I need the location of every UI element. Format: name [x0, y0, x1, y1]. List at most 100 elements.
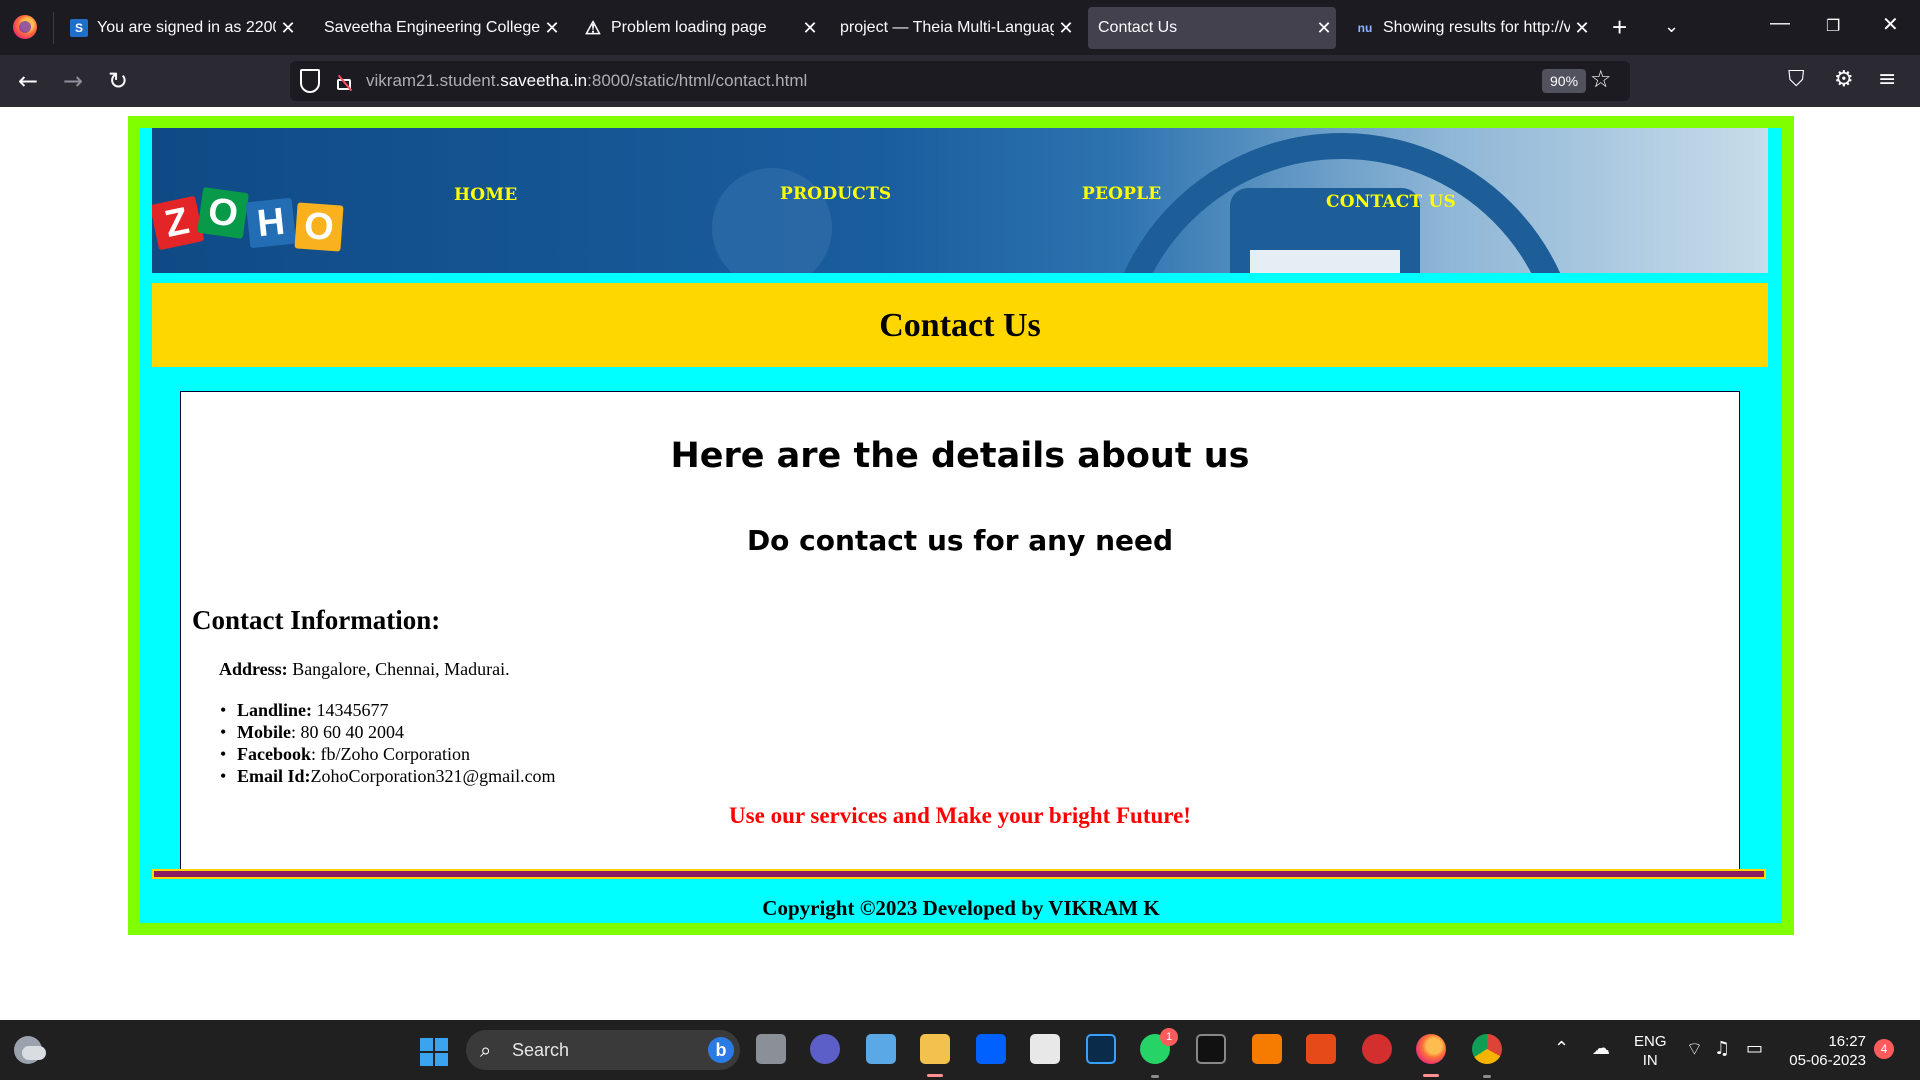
address-value: Bangalore, Chennai, Madurai. [287, 659, 510, 679]
forward-arrow-icon[interactable]: → [63, 67, 83, 95]
mobile-value: : 80 60 40 2004 [291, 722, 405, 742]
task-view-icon[interactable] [756, 1034, 786, 1064]
chevron-up-icon[interactable]: ⌃ [1554, 1038, 1569, 1059]
restore-icon[interactable]: ❐ [1826, 16, 1840, 36]
outer-border: Z O H O HOME PRODUCTS PEOPLE CONTACT US … [128, 116, 1794, 935]
nav-home-link[interactable]: HOME [454, 185, 517, 205]
tab-label: Problem loading page [611, 19, 767, 36]
zoho-logo[interactable]: Z O H O [152, 186, 354, 254]
hamburger-menu-icon[interactable]: ≡ [1878, 67, 1896, 92]
landline-value: 14345677 [312, 700, 389, 720]
clock[interactable]: 16:27 05-06-2023 [1786, 1032, 1866, 1070]
extensions-icon[interactable]: ⚙ [1834, 67, 1854, 92]
mobile-label: Mobile [237, 722, 291, 742]
url-text[interactable]: vikram21.student.saveetha.in:8000/static… [366, 71, 807, 91]
page-title: Contact Us [879, 307, 1041, 344]
tab-theia-project[interactable]: project — Theia Multi-Language ✕ [830, 7, 1078, 49]
window-close-icon[interactable]: ✕ [1882, 12, 1899, 37]
region-code: IN [1642, 1052, 1658, 1069]
battery-icon[interactable]: ▭ [1746, 1038, 1763, 1059]
pdf-app-icon[interactable] [1306, 1034, 1336, 1064]
minimize-icon[interactable]: — [1770, 12, 1790, 35]
teams-chat-icon[interactable] [810, 1034, 840, 1064]
tab-showing-results[interactable]: nu Showing results for http://vi ✕ [1346, 7, 1594, 49]
volume-icon[interactable]: ♫ [1714, 1038, 1730, 1059]
f360-icon[interactable] [1252, 1034, 1282, 1064]
windows-taskbar: ⌕ Search b 1 ⌃ ☁ ENG IN ⌔ ♫ ▭ 16:27 05-0… [0, 1020, 1920, 1080]
pocket-icon[interactable]: ⛉ [1788, 67, 1805, 92]
close-icon[interactable]: ✕ [1054, 18, 1078, 39]
tab-bar: S You are signed in as 22008€ ✕ Saveetha… [0, 0, 1920, 55]
notification-badge[interactable]: 4 [1874, 1039, 1894, 1059]
tab-label: You are signed in as 22008€ [97, 19, 276, 36]
lang-code: ENG [1634, 1033, 1667, 1050]
url-host: saveetha.in [500, 71, 588, 90]
app-icon[interactable] [1362, 1034, 1392, 1064]
tab-contact-us[interactable]: Contact Us ✕ [1088, 7, 1336, 49]
onedrive-icon[interactable]: ☁ [1592, 1038, 1610, 1059]
tab-separator [53, 12, 54, 44]
email-label: Email Id: [237, 766, 311, 786]
logo-letter: H [245, 197, 297, 249]
reload-icon[interactable]: ↻ [108, 67, 128, 95]
shield-icon[interactable] [300, 69, 320, 93]
weather-icon[interactable] [14, 1036, 46, 1064]
time: 16:27 [1828, 1033, 1866, 1050]
tab-label: project — Theia Multi-Language [840, 19, 1054, 36]
logo-letter: O [294, 202, 344, 252]
language-indicator[interactable]: ENG IN [1634, 1032, 1667, 1070]
bookmark-star-icon[interactable]: ☆ [1590, 65, 1612, 93]
app-icon[interactable] [1086, 1034, 1116, 1064]
firefox-taskbar-icon[interactable] [1416, 1034, 1446, 1077]
page-viewport: Z O H O HOME PRODUCTS PEOPLE CONTACT US … [0, 107, 1920, 1020]
tab-label: Saveetha Engineering College [324, 19, 540, 36]
nav-products-link[interactable]: PRODUCTS [780, 184, 891, 204]
landline-label: Landline: [237, 700, 313, 720]
page-container: Z O H O HOME PRODUCTS PEOPLE CONTACT US … [140, 128, 1782, 923]
nav-people-link[interactable]: PEOPLE [1082, 184, 1161, 204]
close-icon[interactable]: ✕ [798, 18, 822, 39]
contact-subheading: Do contact us for any need [746, 524, 1174, 557]
bing-icon[interactable]: b [708, 1037, 734, 1063]
close-icon[interactable]: ✕ [1312, 18, 1336, 39]
taskbar-search-box[interactable]: ⌕ Search b [466, 1030, 740, 1070]
navigation-toolbar: ← → ↻ vikram21.student.saveetha.in:8000/… [0, 55, 1920, 107]
whatsapp-badge: 1 [1160, 1028, 1178, 1046]
firefox-icon[interactable] [13, 15, 37, 39]
new-tab-icon[interactable]: + [1612, 12, 1627, 43]
list-item: Facebook: fb/Zoho Corporation [220, 743, 556, 765]
nu-icon: nu [1357, 21, 1373, 35]
close-icon[interactable]: ✕ [540, 18, 564, 39]
list-item: Landline: 14345677 [220, 699, 556, 721]
contact-information-heading: Contact Information: [192, 605, 441, 635]
windows-start-icon[interactable] [420, 1038, 448, 1066]
chrome-icon[interactable] [1472, 1034, 1502, 1078]
tab-saveetha[interactable]: Saveetha Engineering College ✕ [314, 7, 564, 49]
file-explorer-icon[interactable] [920, 1034, 950, 1077]
logo-letter: Z [152, 195, 205, 251]
url-prefix: vikram21.student. [366, 71, 501, 90]
dropbox-icon[interactable] [976, 1034, 1006, 1064]
insecure-lock-icon[interactable] [336, 71, 353, 92]
close-icon[interactable]: ✕ [276, 18, 300, 39]
back-arrow-icon[interactable]: ← [18, 67, 38, 95]
chevron-down-icon[interactable]: ⌄ [1664, 16, 1679, 37]
zoom-level-button[interactable]: 90% [1542, 69, 1587, 93]
microsoft-store-icon[interactable] [1030, 1034, 1060, 1064]
list-item: Email Id:ZohoCorporation321@gmail.com [220, 765, 556, 787]
close-icon[interactable]: ✕ [1570, 18, 1594, 39]
facebook-label: Facebook [237, 744, 311, 764]
tab-signed-in[interactable]: S You are signed in as 22008€ ✕ [60, 7, 300, 49]
terminal-icon[interactable] [1196, 1034, 1226, 1064]
facebook-value: : fb/Zoho Corporation [311, 744, 470, 764]
nav-contact-us-link[interactable]: CONTACT US [1326, 192, 1456, 212]
wifi-icon[interactable]: ⌔ [1686, 1038, 1703, 1061]
address-bar[interactable]: vikram21.student.saveetha.in:8000/static… [290, 61, 1630, 101]
address-label: Address: [219, 659, 288, 679]
notepad-icon[interactable] [866, 1034, 896, 1064]
title-band: Contact Us [152, 283, 1768, 367]
search-label: Search [512, 1040, 570, 1060]
list-item: Mobile: 80 60 40 2004 [220, 721, 556, 743]
address-line: Address: Bangalore, Chennai, Madurai. [219, 659, 510, 680]
tab-problem-loading[interactable]: ⚠ Problem loading page ✕ [574, 7, 822, 49]
